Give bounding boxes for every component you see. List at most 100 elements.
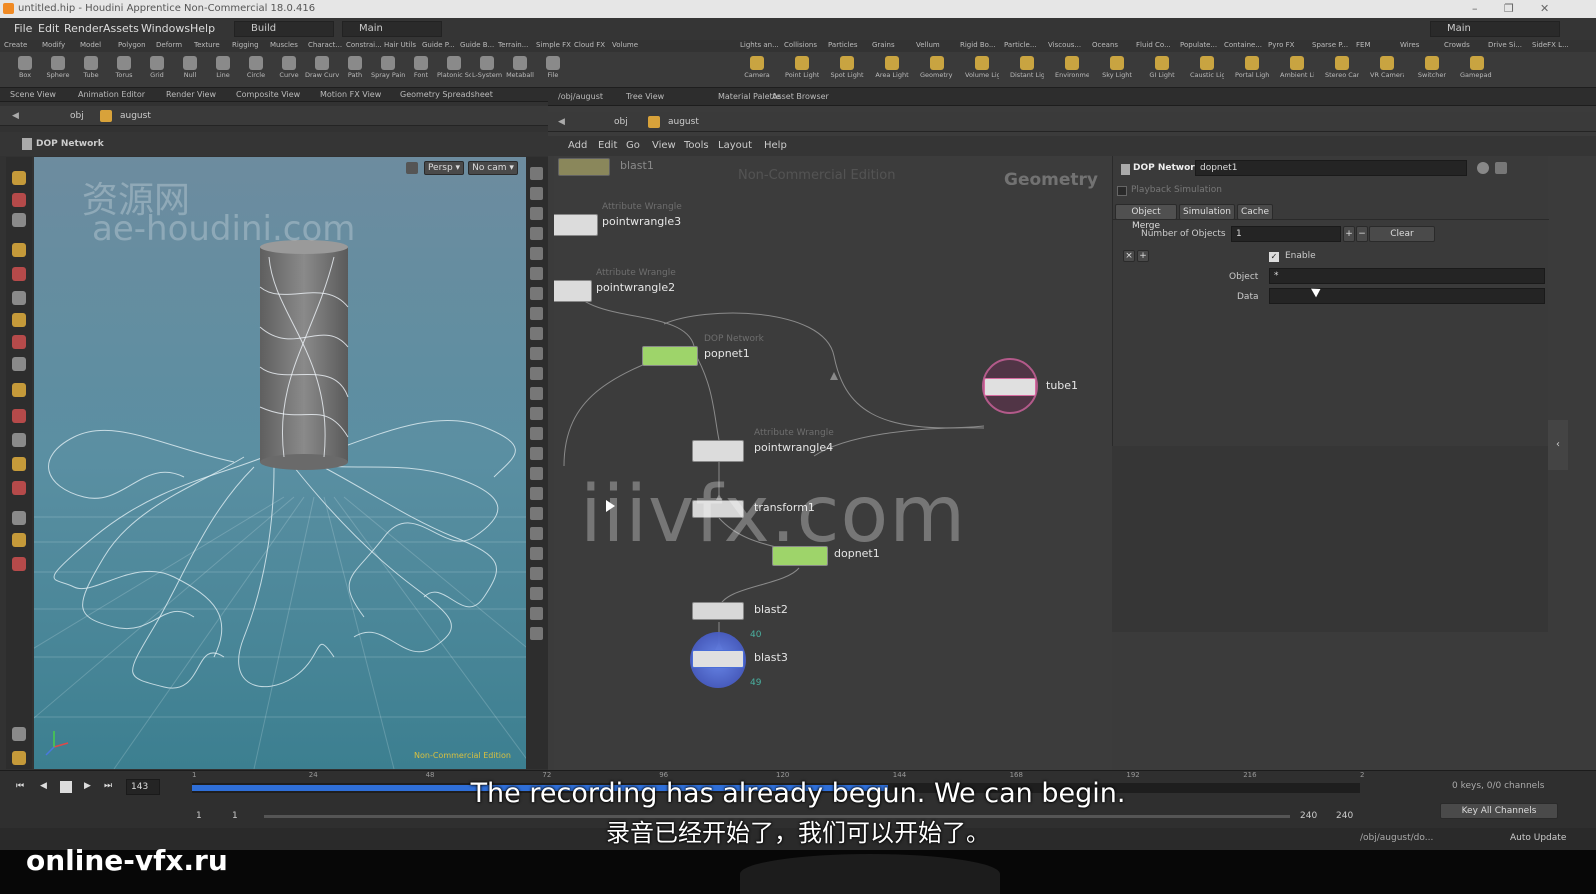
display-option-icon[interactable] [530, 387, 543, 400]
shelf-tool-box[interactable]: Box [8, 54, 42, 88]
gear-icon[interactable] [1477, 162, 1489, 174]
shelf-tab[interactable]: Collisions [784, 41, 817, 49]
left-tab-2[interactable]: Render View [166, 90, 216, 99]
blast3-node-body[interactable] [692, 650, 744, 668]
shelf-tool-area-light[interactable]: Area Light [875, 54, 909, 88]
shelf-tab[interactable]: Particles [828, 41, 858, 49]
viewport-tool-icon[interactable] [12, 409, 26, 423]
close-button[interactable]: ✕ [1540, 0, 1549, 18]
tab-cache[interactable]: Cache [1237, 204, 1273, 220]
display-option-icon[interactable] [530, 407, 543, 420]
shelf-tab[interactable]: Constrai... [346, 41, 382, 49]
shelf-tab[interactable]: Muscles [270, 41, 298, 49]
display-option-icon[interactable] [530, 247, 543, 260]
tab-object-merge[interactable]: Object Merge [1115, 204, 1177, 231]
shelf-tool-font[interactable]: Font [404, 54, 438, 88]
menu-help[interactable]: Help [190, 22, 215, 35]
shelf-tab[interactable]: Modify [42, 41, 65, 49]
left-tab-4[interactable]: Motion FX View [320, 90, 381, 99]
tab-simulation[interactable]: Simulation [1179, 204, 1235, 220]
shelf-tab[interactable]: Guide P... [422, 41, 455, 49]
pointwrangle2-node-body[interactable] [554, 280, 592, 302]
display-option-icon[interactable] [530, 467, 543, 480]
network-menu-tools[interactable]: Tools [684, 140, 709, 151]
display-option-icon[interactable] [530, 187, 543, 200]
viewport-tool-icon[interactable] [12, 335, 26, 349]
viewport-tool-icon[interactable] [12, 557, 26, 571]
shelf-tab[interactable]: Vellum [916, 41, 940, 49]
viewport-tool-icon[interactable] [12, 383, 26, 397]
shelf-tab[interactable]: Crowds [1444, 41, 1470, 49]
viewport-tool-icon[interactable] [12, 433, 26, 447]
shelf-tab[interactable]: Create [4, 41, 27, 49]
shelf-tool-draw-curve[interactable]: Draw Curve [305, 54, 339, 88]
viewport-tool-icon[interactable] [12, 193, 26, 207]
lock-icon[interactable] [406, 162, 418, 174]
shelf-tool-spot-light[interactable]: Spot Light [830, 54, 864, 88]
scene-viewport[interactable]: 资源网 ae-houdini.com Persp ▾ No cam ▾ Non-… [34, 157, 526, 769]
remove-multiparm-button[interactable]: × [1123, 250, 1135, 262]
left-tab-5[interactable]: Geometry Spreadsheet [400, 90, 493, 99]
object-field[interactable]: * [1269, 268, 1545, 284]
shelf-tool-environment-light[interactable]: Environment Light [1055, 54, 1089, 88]
display-option-icon[interactable] [530, 587, 543, 600]
shelf-tool-ambient-light[interactable]: Ambient Light [1280, 54, 1314, 88]
shelf-tool-gi-light[interactable]: GI Light [1145, 54, 1179, 88]
shelf-tab[interactable]: Particle... [1004, 41, 1037, 49]
display-option-icon[interactable] [530, 507, 543, 520]
network-menu-layout[interactable]: Layout [718, 140, 752, 151]
viewport-tool-icon[interactable] [12, 457, 26, 471]
shelf-tab[interactable]: Containe... [1224, 41, 1262, 49]
menu-render[interactable]: Render [64, 22, 103, 35]
shelf-tool-line[interactable]: Line [206, 54, 240, 88]
right-back-arrow-icon[interactable]: ◀ [558, 117, 565, 127]
viewport-tool-icon[interactable] [12, 751, 26, 765]
shelf-tool-null[interactable]: Null [173, 54, 207, 88]
network-menu-add[interactable]: Add [568, 140, 587, 151]
display-option-icon[interactable] [530, 167, 543, 180]
shelf-tool-file[interactable]: File [536, 54, 570, 88]
shelf-tab[interactable]: Model [80, 41, 101, 49]
playback-checkbox[interactable] [1117, 186, 1127, 196]
right-tab-0[interactable]: /obj/august [558, 92, 603, 101]
shelf-tab[interactable]: Charact... [308, 41, 342, 49]
pointwrangle3-node-body[interactable] [554, 214, 598, 236]
shelf-tool-curve[interactable]: Curve [272, 54, 306, 88]
clear-button[interactable]: Clear [1369, 226, 1435, 242]
display-option-icon[interactable] [530, 367, 543, 380]
right-tab-3[interactable]: Asset Browser [772, 92, 829, 101]
right-path-august[interactable]: august [668, 117, 699, 127]
shelf-tool-gamepad-camera[interactable]: Gamepad Camera [1460, 54, 1494, 88]
shelf-tool-switcher[interactable]: Switcher [1415, 54, 1449, 88]
shelf-tool-circle[interactable]: Circle [239, 54, 273, 88]
shelf-tool-vr-camera[interactable]: VR Camera [1370, 54, 1404, 88]
shelf-tool-distant-light[interactable]: Distant Light [1010, 54, 1044, 88]
data-field[interactable] [1269, 288, 1545, 304]
shelf-tool-metaball[interactable]: Metaball [503, 54, 537, 88]
blast2-node-body[interactable] [692, 602, 744, 620]
shelf-tool-platonic-solids[interactable]: Platonic Solids [437, 54, 471, 88]
right-desktop-select[interactable]: Main [1430, 21, 1560, 37]
network-editor[interactable]: Non-Commercial Edition Geometry blast1 A… [554, 156, 1112, 770]
viewport-tool-icon[interactable] [12, 727, 26, 741]
add-multiparm-button[interactable]: + [1137, 250, 1149, 262]
viewport-tool-icon[interactable] [12, 357, 26, 371]
display-option-icon[interactable] [530, 447, 543, 460]
shelf-tab[interactable]: Viscous... [1048, 41, 1081, 49]
shelf-tab[interactable]: Guide B... [460, 41, 494, 49]
shelf-tool-grid[interactable]: Grid [140, 54, 174, 88]
shelf-tab[interactable]: Texture [194, 41, 220, 49]
display-option-icon[interactable] [530, 287, 543, 300]
shelf-tool-stereo-camera[interactable]: Stereo Camera [1325, 54, 1359, 88]
num-objects-decrement[interactable]: − [1356, 226, 1368, 242]
shelf-tool-path[interactable]: Path [338, 54, 372, 88]
display-option-icon[interactable] [530, 547, 543, 560]
shelf-tab[interactable]: Polygon [118, 41, 146, 49]
shelf-tool-l-system[interactable]: L-System [470, 54, 504, 88]
right-path-obj[interactable]: obj [614, 117, 628, 127]
display-option-icon[interactable] [530, 327, 543, 340]
shelf-tab[interactable]: Volume [612, 41, 638, 49]
shelf-tab[interactable]: Simple FX [536, 41, 571, 49]
minimize-button[interactable]: – [1472, 0, 1478, 18]
display-option-icon[interactable] [530, 627, 543, 640]
